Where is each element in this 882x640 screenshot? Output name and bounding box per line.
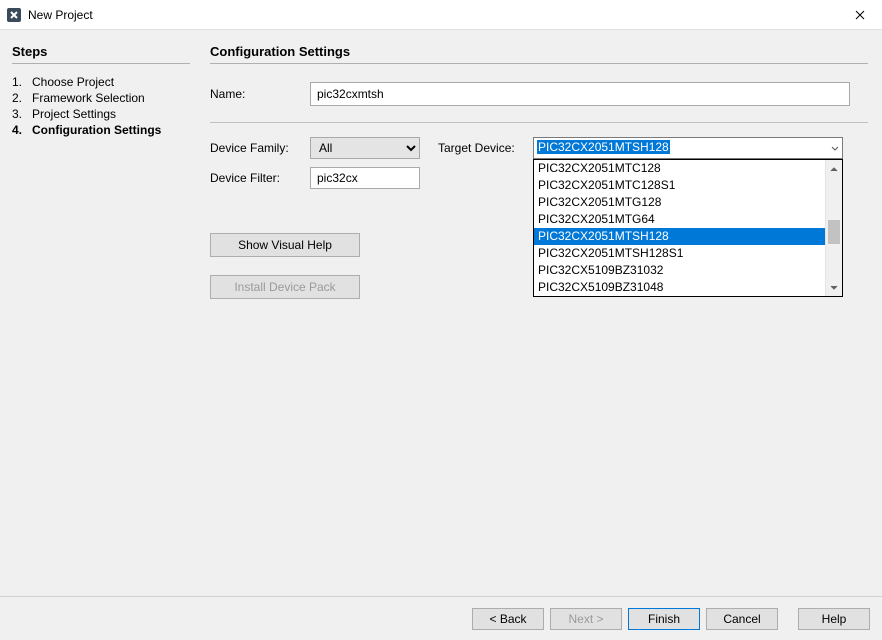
device-family-row: Device Family: All Target Device: PIC32C… [210, 137, 868, 159]
dropdown-item[interactable]: PIC32CX5109BZ31032 [534, 262, 825, 279]
scroll-down-button[interactable] [826, 279, 842, 296]
step-label: Framework Selection [32, 91, 145, 105]
close-icon [855, 10, 865, 20]
dropdown-items: PIC32CX2051MTC128PIC32CX2051MTC128S1PIC3… [534, 160, 825, 296]
device-family-label: Device Family: [210, 141, 310, 155]
chevron-up-icon [830, 166, 838, 172]
dropdown-item[interactable]: PIC32CX2051MTSH128 [534, 228, 825, 245]
step-label: Configuration Settings [32, 123, 161, 137]
sidebar-heading: Steps [12, 44, 190, 59]
dropdown-item[interactable]: PIC32CX2051MTSH128S1 [534, 245, 825, 262]
name-input[interactable] [310, 82, 850, 106]
dropdown-item[interactable]: PIC32CX2051MTG128 [534, 194, 825, 211]
target-device-combo[interactable]: PIC32CX2051MTSH128 PIC32CX2051MTC128PIC3… [533, 137, 843, 159]
titlebar: New Project [0, 0, 882, 30]
show-visual-help-button[interactable]: Show Visual Help [210, 233, 360, 257]
step-list: 1.Choose Project2.Framework Selection3.P… [12, 74, 190, 138]
dropdown-scrollbar[interactable] [825, 160, 842, 296]
step-label: Project Settings [32, 107, 116, 121]
window-title: New Project [28, 8, 837, 22]
main-panel: Configuration Settings Name: Device Fami… [200, 30, 882, 596]
step-item-2: 2.Framework Selection [12, 90, 190, 106]
step-label: Choose Project [32, 75, 114, 89]
step-item-4: 4.Configuration Settings [12, 122, 190, 138]
main-heading: Configuration Settings [210, 44, 868, 59]
steps-sidebar: Steps 1.Choose Project2.Framework Select… [0, 30, 200, 596]
footer: < Back Next > Finish Cancel Help [0, 596, 882, 640]
scroll-thumb[interactable] [828, 220, 840, 244]
step-item-3: 3.Project Settings [12, 106, 190, 122]
step-num: 2. [12, 91, 32, 105]
target-device-dropdown[interactable]: PIC32CX2051MTC128PIC32CX2051MTC128S1PIC3… [533, 159, 843, 297]
main-divider [210, 63, 868, 64]
step-num: 3. [12, 107, 32, 121]
dropdown-item[interactable]: PIC32CX5109BZ31048 [534, 279, 825, 296]
target-device-label: Target Device: [438, 141, 533, 155]
dropdown-item[interactable]: PIC32CX2051MTG64 [534, 211, 825, 228]
target-device-input[interactable] [533, 137, 843, 159]
name-label: Name: [210, 87, 310, 101]
scroll-up-button[interactable] [826, 160, 842, 177]
dropdown-item[interactable]: PIC32CX2051MTC128S1 [534, 177, 825, 194]
section-divider [210, 122, 868, 123]
step-item-1: 1.Choose Project [12, 74, 190, 90]
cancel-button[interactable]: Cancel [706, 608, 778, 630]
chevron-down-icon [830, 285, 838, 291]
app-icon [6, 7, 22, 23]
close-button[interactable] [837, 0, 882, 30]
name-row: Name: [210, 82, 868, 106]
device-filter-input[interactable] [310, 167, 420, 189]
dialog-window: New Project Steps 1.Choose Project2.Fram… [0, 0, 882, 640]
sidebar-divider [12, 63, 190, 64]
next-button[interactable]: Next > [550, 608, 622, 630]
back-button[interactable]: < Back [472, 608, 544, 630]
step-num: 1. [12, 75, 32, 89]
step-num: 4. [12, 123, 32, 137]
install-device-pack-button[interactable]: Install Device Pack [210, 275, 360, 299]
device-family-select[interactable]: All [310, 137, 420, 159]
finish-button[interactable]: Finish [628, 608, 700, 630]
help-button[interactable]: Help [798, 608, 870, 630]
device-filter-label: Device Filter: [210, 171, 310, 185]
body-area: Steps 1.Choose Project2.Framework Select… [0, 30, 882, 596]
dropdown-item[interactable]: PIC32CX2051MTC128 [534, 160, 825, 177]
